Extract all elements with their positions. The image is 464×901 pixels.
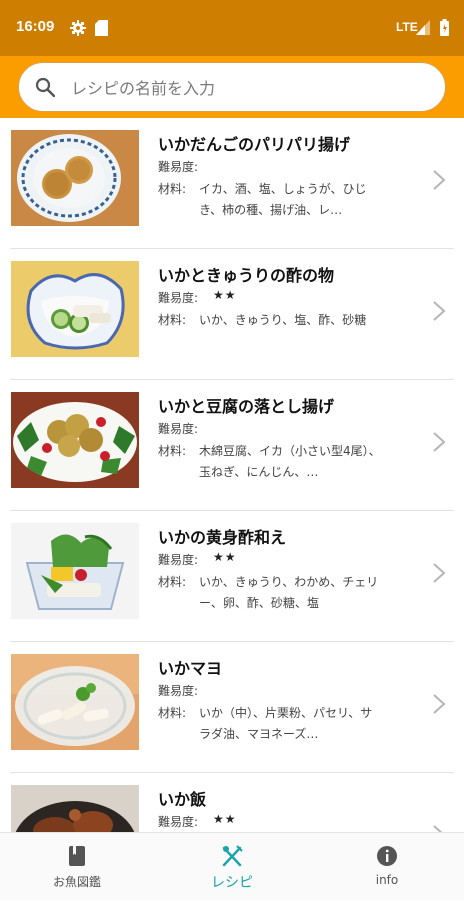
recipe-thumbnail	[11, 130, 139, 226]
recipe-thumbnail	[11, 261, 139, 357]
difficulty-label: 難易度:	[158, 160, 199, 174]
difficulty-label: 難易度:	[158, 553, 199, 567]
materials-text: イカ、酒、塩、しょうが、ひじき、柿の種、揚げ油、レ…	[199, 182, 367, 217]
materials-label: 材料:	[158, 444, 187, 458]
materials-text: いか、きゅうり、塩、酢、砂糖	[199, 313, 367, 327]
recipe-thumbnail	[11, 654, 139, 750]
difficulty-stars: ★★	[213, 550, 237, 564]
search-icon	[35, 77, 55, 97]
recipe-title: いか飯	[158, 790, 207, 809]
recipe-row[interactable]: いかだんごのパリパリ揚げ 難易度: 材料: イカ、酒、塩、しょうが、ひじき、柿の…	[0, 118, 464, 249]
settings-gear-icon	[70, 20, 86, 36]
recipe-title: いかの黄身酢和え	[158, 528, 287, 547]
search-box[interactable]	[18, 62, 446, 112]
signal-icon	[416, 20, 430, 35]
recipe-title: いかだんごのパリパリ揚げ	[158, 135, 351, 154]
materials-label: 材料:	[158, 182, 187, 196]
recipe-row[interactable]: いかマヨ 難易度: 材料: いか（中）、片栗粉、パセリ、サラダ油、マヨネーズ…	[0, 642, 464, 773]
materials-label: 材料:	[158, 313, 187, 327]
status-time: 16:09	[16, 18, 55, 35]
search-input[interactable]	[71, 73, 431, 103]
info-icon	[377, 846, 397, 866]
chevron-right-icon	[433, 563, 446, 583]
recipe-thumbnail	[11, 523, 139, 619]
materials-label: 材料:	[158, 575, 187, 589]
recipe-title: いかときゅうりの酢の物	[158, 266, 335, 285]
status-bar: 16:09 LTE	[0, 0, 464, 56]
chevron-right-icon	[433, 825, 443, 832]
network-type: LTE	[396, 20, 418, 34]
recipe-title: いかマヨ	[158, 659, 223, 678]
recipe-row[interactable]: いかと豆腐の落とし揚げ 難易度: 材料: 木綿豆腐、イカ（小さい型4尾）、玉ねぎ…	[0, 380, 464, 511]
nav-label: お魚図鑑	[52, 875, 101, 889]
recipe-thumbnail	[11, 785, 139, 832]
difficulty-stars: ★★	[213, 812, 237, 826]
sd-card-icon	[95, 20, 108, 36]
nav-item-recipe[interactable]: レシピ	[155, 833, 309, 901]
chevron-right-icon	[433, 170, 446, 190]
nav-label: レシピ	[211, 875, 253, 891]
materials-text: いか（中）、片栗粉、パセリ、サラダ油、マヨネーズ…	[199, 706, 373, 741]
chevron-right-icon	[433, 301, 446, 321]
recipe-title: いかと豆腐の落とし揚げ	[158, 397, 335, 416]
materials-label: 材料:	[158, 706, 187, 720]
recipe-thumbnail	[11, 392, 139, 488]
chevron-right-icon	[433, 432, 446, 452]
book-icon	[69, 846, 85, 866]
bottom-navigation: お魚図鑑 レシピ info	[0, 832, 464, 900]
utensils-icon	[222, 845, 243, 867]
difficulty-stars: ★★	[213, 288, 237, 302]
materials-text: 木綿豆腐、イカ（小さい型4尾）、玉ねぎ、にんじん、…	[199, 444, 381, 479]
nav-item-fish-guide[interactable]: お魚図鑑	[0, 833, 154, 901]
recipe-row[interactable]: いかの黄身酢和え 難易度: ★★ 材料: いか、きゅうり、わかめ、チェリー、卵、…	[0, 511, 464, 642]
difficulty-label: 難易度:	[158, 684, 199, 698]
chevron-right-icon	[433, 694, 446, 714]
difficulty-label: 難易度:	[158, 815, 199, 829]
recipe-list[interactable]: いかだんごのパリパリ揚げ 難易度: 材料: イカ、酒、塩、しょうが、ひじき、柿の…	[0, 118, 464, 832]
search-bar	[0, 56, 464, 118]
battery-icon	[440, 19, 449, 36]
recipe-row[interactable]: いか飯 難易度: ★★	[0, 773, 464, 832]
recipe-row[interactable]: いかときゅうりの酢の物 難易度: ★★ 材料: いか、きゅうり、塩、酢、砂糖	[0, 249, 464, 380]
difficulty-label: 難易度:	[158, 291, 199, 305]
materials-text: いか、きゅうり、わかめ、チェリー、卵、酢、砂糖、塩	[199, 575, 379, 610]
nav-item-info[interactable]: info	[310, 833, 464, 901]
nav-label: info	[375, 873, 399, 887]
difficulty-label: 難易度:	[158, 422, 199, 436]
